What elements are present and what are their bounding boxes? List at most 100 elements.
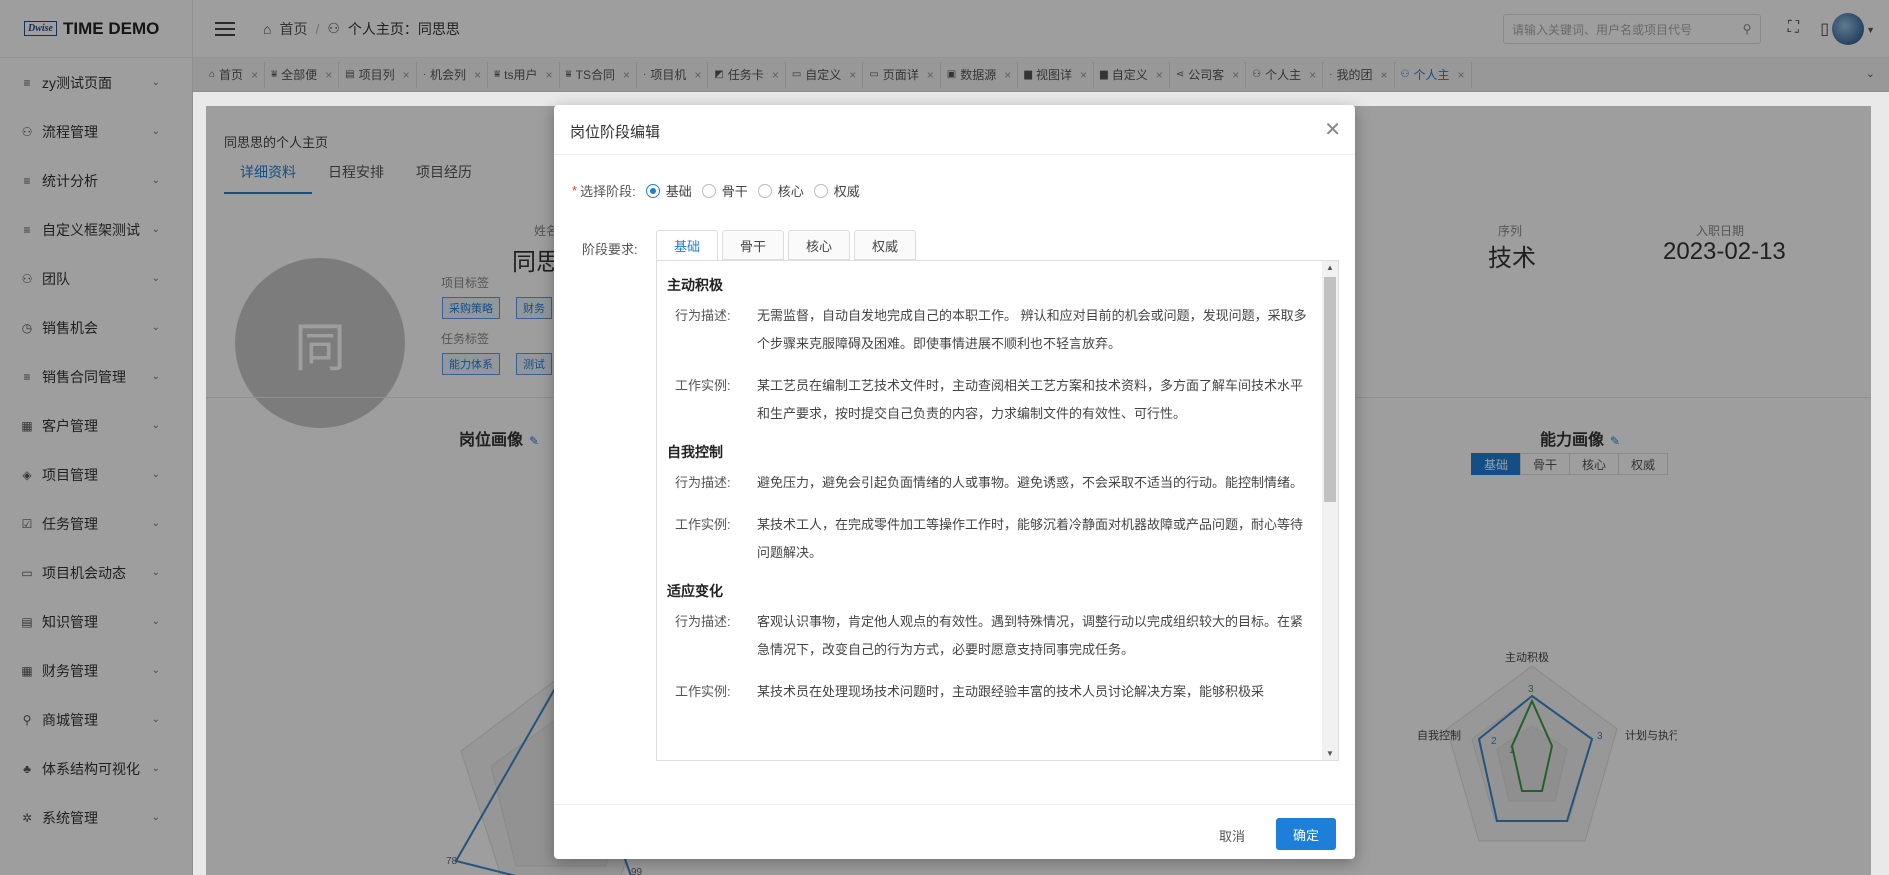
sidebar-item[interactable]: ≡ 自定义框架测试 ⌄: [0, 205, 192, 254]
sidebar-item[interactable]: ▦ 财务管理 ⌄: [0, 646, 192, 695]
level-backbone[interactable]: 骨干: [1520, 453, 1571, 475]
page-tab[interactable]: ⩸ TS合同 ×: [560, 61, 637, 88]
sidebar-item[interactable]: ✲ 系统管理 ⌄: [0, 793, 192, 842]
page-tab[interactable]: ▤ 项目列 ×: [339, 61, 417, 88]
close-icon[interactable]: ×: [251, 68, 258, 82]
page-tab[interactable]: ⌂ 首页 ×: [203, 61, 266, 88]
page-tab[interactable]: · 我的团 ×: [1323, 61, 1395, 88]
page-tab[interactable]: ▭ 页面详 ×: [863, 61, 941, 88]
close-icon[interactable]: ×: [1232, 68, 1239, 82]
mobile-icon[interactable]: ▯: [1820, 19, 1829, 39]
tab-details[interactable]: 详细资料: [224, 162, 312, 194]
chevron-down-icon[interactable]: ⌄: [152, 77, 160, 88]
radio-dot[interactable]: [757, 183, 772, 198]
task-tag[interactable]: 能力体系: [442, 353, 500, 375]
chevron-down-icon[interactable]: ⌄: [152, 273, 160, 284]
sidebar-item[interactable]: ≡ zy测试页面 ⌄: [0, 58, 192, 107]
page-tab[interactable]: ⩸ ts用户 ×: [488, 61, 560, 88]
close-icon[interactable]: ×: [927, 68, 934, 82]
page-tab[interactable]: ⋖ 公司客 ×: [1170, 61, 1247, 88]
scroll-up-icon[interactable]: ▲: [1322, 263, 1338, 272]
close-icon[interactable]: ×: [1004, 68, 1011, 82]
chevron-down-icon[interactable]: ⌄: [152, 812, 160, 823]
logo[interactable]: Dwise TIME DEMO: [0, 0, 192, 58]
chevron-down-icon[interactable]: ⌄: [152, 714, 160, 725]
scrollbar-thumb[interactable]: [1324, 277, 1336, 502]
tab-basic[interactable]: 基础: [656, 230, 718, 260]
sidebar-item[interactable]: ☑ 任务管理 ⌄: [0, 499, 192, 548]
page-tab[interactable]: ◩ 任务卡 ×: [708, 61, 786, 88]
close-icon[interactable]: ×: [1156, 68, 1163, 82]
close-icon[interactable]: ×: [694, 68, 701, 82]
tab-projects[interactable]: 项目经历: [400, 162, 488, 194]
sidebar-item[interactable]: ◈ 项目管理 ⌄: [0, 450, 192, 499]
page-tab[interactable]: ⩸ 全部便 ×: [265, 61, 340, 88]
chevron-down-icon[interactable]: ⌄: [152, 420, 160, 431]
stage-radio-authority[interactable]: 权威: [813, 181, 860, 200]
task-tag[interactable]: 测试: [516, 353, 552, 375]
global-search-input[interactable]: 请输入关键词、用户名或项目代号 ⚲: [1503, 14, 1761, 44]
tab-authority[interactable]: 权威: [854, 230, 916, 260]
cancel-button[interactable]: 取消: [1208, 819, 1255, 851]
stage-radio-basic[interactable]: 基础: [645, 181, 692, 200]
chevron-down-icon[interactable]: ⌄: [152, 371, 160, 382]
user-avatar[interactable]: [1832, 13, 1864, 45]
radio-dot[interactable]: [645, 183, 660, 198]
sidebar-item[interactable]: ⚇ 团队 ⌄: [0, 254, 192, 303]
scrollbar[interactable]: ▲ ▼: [1322, 261, 1338, 760]
chevron-down-icon[interactable]: ⌄: [152, 126, 160, 137]
radio-dot[interactable]: [813, 183, 828, 198]
chevron-down-icon[interactable]: ⌄: [152, 518, 160, 529]
sidebar-item[interactable]: ▦ 客户管理 ⌄: [0, 401, 192, 450]
tab-backbone[interactable]: 骨干: [722, 230, 784, 260]
tab-schedule[interactable]: 日程安排: [312, 162, 400, 194]
requirements-panel[interactable]: 主动积极 行为描述: 无需监督，自动自发地完成自己的本职工作。 辨认和应对目前的机会…: [656, 260, 1339, 761]
chevron-down-icon[interactable]: ⌄: [152, 665, 160, 676]
sidebar-item[interactable]: ⚇ 流程管理 ⌄: [0, 107, 192, 156]
sidebar-item[interactable]: ◷ 销售机会 ⌄: [0, 303, 192, 352]
stage-radio-backbone[interactable]: 骨干: [701, 181, 748, 200]
page-tab[interactable]: ⚇ 个人主 ×: [1395, 61, 1472, 88]
breadcrumb-home[interactable]: 首页: [279, 19, 307, 39]
chevron-down-icon[interactable]: ⌄: [152, 322, 160, 333]
level-core[interactable]: 核心: [1569, 453, 1620, 475]
chevron-down-icon[interactable]: ⌄: [152, 567, 160, 578]
page-tab[interactable]: ▭ 自定义 ×: [786, 61, 864, 88]
project-tag[interactable]: 采购策略: [442, 297, 500, 319]
level-authority[interactable]: 权威: [1618, 453, 1669, 475]
confirm-button[interactable]: 确定: [1276, 818, 1336, 850]
chevron-down-icon[interactable]: ⌄: [152, 469, 160, 480]
scroll-down-icon[interactable]: ▼: [1322, 749, 1338, 758]
close-icon[interactable]: ×: [1381, 68, 1388, 82]
radio-dot[interactable]: [701, 183, 716, 198]
menu-toggle-icon[interactable]: [215, 21, 235, 36]
chevron-down-icon[interactable]: ⌄: [152, 224, 160, 235]
close-icon[interactable]: ×: [403, 68, 410, 82]
chevron-down-icon[interactable]: ⌄: [152, 175, 160, 186]
close-icon[interactable]: ×: [325, 68, 332, 82]
close-icon[interactable]: ×: [1309, 68, 1316, 82]
chevron-down-icon[interactable]: ⌄: [152, 763, 160, 774]
page-tab[interactable]: ▆ 视图详 ×: [1018, 61, 1095, 88]
close-icon[interactable]: ×: [623, 68, 630, 82]
close-icon[interactable]: ×: [849, 68, 856, 82]
fullscreen-icon[interactable]: ⛶: [1788, 19, 1799, 37]
search-icon[interactable]: ⚲: [1734, 22, 1760, 36]
sidebar-item[interactable]: ≡ 统计分析 ⌄: [0, 156, 192, 205]
tabs-more-icon[interactable]: ⌄: [1866, 67, 1875, 80]
stage-radio-core[interactable]: 核心: [757, 181, 804, 200]
sidebar-item[interactable]: ♣ 体系结构可视化 ⌄: [0, 744, 192, 793]
chevron-down-icon[interactable]: ⌄: [152, 616, 160, 627]
edit-icon[interactable]: ✎: [529, 434, 539, 448]
level-basic[interactable]: 基础: [1471, 453, 1522, 475]
page-tab[interactable]: · 项目机 ×: [637, 61, 709, 88]
close-icon[interactable]: ×: [772, 68, 779, 82]
close-icon[interactable]: ×: [474, 68, 481, 82]
page-tab[interactable]: · 机会列 ×: [417, 61, 489, 88]
project-tag[interactable]: 财务: [516, 297, 552, 319]
page-tab[interactable]: ⚇ 个人主 ×: [1246, 61, 1324, 88]
sidebar-item[interactable]: ▤ 知识管理 ⌄: [0, 597, 192, 646]
page-tab[interactable]: ▆ 自定义 ×: [1094, 61, 1170, 88]
sidebar-item[interactable]: ≡ 销售合同管理 ⌄: [0, 352, 192, 401]
close-icon[interactable]: ×: [1458, 68, 1465, 82]
